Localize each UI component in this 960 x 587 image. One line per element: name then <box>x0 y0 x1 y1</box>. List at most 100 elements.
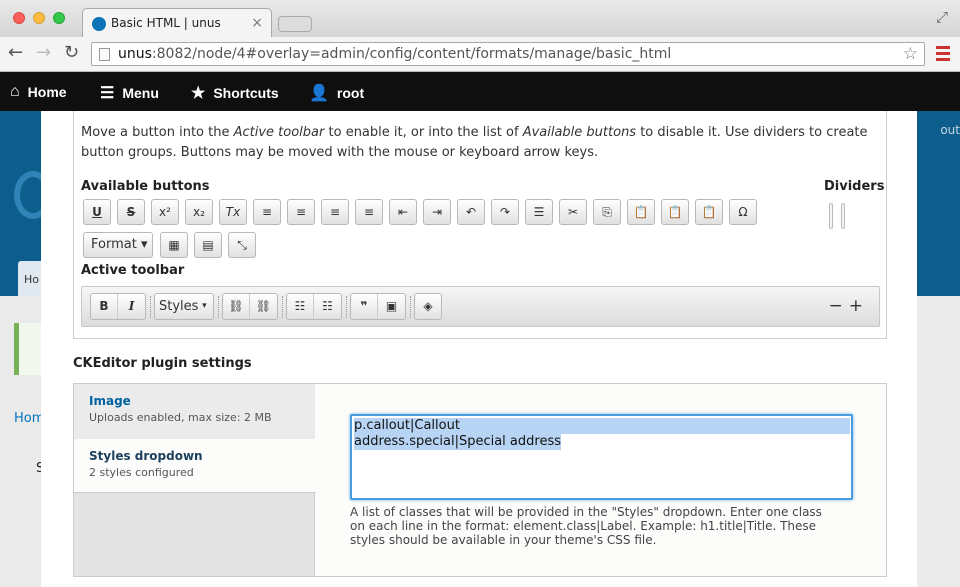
source-button[interactable]: ◈ <box>415 294 441 319</box>
justify-button[interactable]: ≡ <box>355 199 383 225</box>
toolbar-home[interactable]: ⌂ Home <box>10 83 67 101</box>
unlink-button[interactable]: ⛓ <box>250 294 277 319</box>
dividers-label: Dividers <box>824 179 885 194</box>
styles-line: address.special|Special address <box>354 434 561 450</box>
drupal-favicon-icon <box>92 17 106 31</box>
link-icon: ⛓ <box>228 299 244 313</box>
row-controls: −+ <box>829 296 870 316</box>
subscript-button[interactable]: x₂ <box>185 199 213 225</box>
reload-icon[interactable]: ↻ <box>64 43 79 63</box>
toolbar-menu-label: Menu <box>122 85 159 101</box>
browser-tab[interactable]: Basic HTML | unus × <box>82 8 272 38</box>
tab-styles-dropdown[interactable]: Styles dropdown 2 styles configured <box>74 439 316 493</box>
plugin-vertical-tabs: Image Uploads enabled, max size: 2 MB St… <box>73 383 887 577</box>
forward-arrow-icon[interactable]: → <box>36 43 51 63</box>
group-divider[interactable] <box>150 296 152 318</box>
address-bar[interactable]: unus:8082/node/4#overlay=admin/config/co… <box>91 42 925 66</box>
indent-icon: ⇥ <box>431 205 443 219</box>
paste-word-icon: 📋 <box>701 205 717 219</box>
italic-button[interactable]: I <box>118 294 145 319</box>
logout-fragment: out <box>940 123 960 137</box>
close-window-button[interactable] <box>13 12 25 24</box>
group-divider[interactable] <box>282 296 284 318</box>
subscript-icon: x₂ <box>193 205 205 219</box>
group-divider[interactable] <box>346 296 348 318</box>
bookmark-star-icon[interactable]: ☆ <box>903 44 918 64</box>
page-icon <box>99 48 110 61</box>
user-icon: 👤 <box>309 85 329 102</box>
table-icon: ▦ <box>168 238 180 252</box>
table-button[interactable]: ▦ <box>160 232 188 258</box>
url-path: :8082/node/4#overlay=admin/config/conten… <box>151 46 672 62</box>
button-group: ❞ ▣ <box>350 293 406 320</box>
group-divider[interactable] <box>218 296 220 318</box>
group-divider[interactable] <box>410 296 412 318</box>
toolbar-menu[interactable]: ☰ Menu <box>100 83 159 103</box>
align-left-icon: ≡ <box>261 205 273 219</box>
minimize-window-button[interactable] <box>33 12 45 24</box>
back-arrow-icon[interactable]: ← <box>8 43 23 63</box>
plugin-settings-title: CKEditor plugin settings <box>73 356 252 371</box>
toolbar-user[interactable]: 👤 root <box>309 83 364 103</box>
numbered-list-button[interactable]: ☷ <box>314 294 341 319</box>
home-icon: ⌂ <box>10 83 20 100</box>
link-button[interactable]: ⛓ <box>223 294 250 319</box>
redo-button[interactable]: ↷ <box>491 199 519 225</box>
toolbar-home-label: Home <box>27 84 67 100</box>
format-dropdown-button[interactable]: Format ▾ <box>83 232 153 258</box>
bulleted-list-button[interactable]: ☷ <box>287 294 314 319</box>
styles-textarea[interactable]: p.callout|Callout address.special|Specia… <box>350 414 853 500</box>
tab-image-summary: Uploads enabled, max size: 2 MB <box>89 411 272 424</box>
add-row-button[interactable]: + <box>849 296 869 316</box>
horizontal-rule-button[interactable]: ☰ <box>525 199 553 225</box>
bold-button[interactable]: B <box>91 294 118 319</box>
paste-text-icon: 📋 <box>667 205 683 219</box>
button-group: ⛓ ⛓ <box>222 293 278 320</box>
toolbar-shortcuts[interactable]: ★ Shortcuts <box>191 83 279 103</box>
special-character-button[interactable]: Ω <box>729 199 757 225</box>
styles-help-text: A list of classes that will be provided … <box>350 505 822 547</box>
blockquote-button[interactable]: ❞ <box>351 294 378 319</box>
cut-icon: ✂ <box>567 205 579 219</box>
justify-icon: ≡ <box>363 205 375 219</box>
copy-button[interactable]: ⎘ <box>593 199 621 225</box>
horizontal-rule-icon: ☰ <box>533 205 545 219</box>
cut-button[interactable]: ✂ <box>559 199 587 225</box>
underline-button[interactable]: U <box>83 199 111 225</box>
copy-icon: ⎘ <box>602 205 612 219</box>
fullscreen-icon[interactable]: ⤢ <box>936 8 948 26</box>
paste-button[interactable]: 📋 <box>627 199 655 225</box>
button-group: ☷ ☷ <box>286 293 342 320</box>
styles-dropdown-button[interactable]: Styles ▾ <box>154 293 214 320</box>
chrome-menu-icon[interactable] <box>936 46 950 61</box>
outdent-icon: ⇤ <box>397 205 409 219</box>
browser-tabbar: Basic HTML | unus × ⤢ <box>0 0 960 38</box>
remove-format-button[interactable]: Tx <box>219 199 247 225</box>
zoom-window-button[interactable] <box>53 12 65 24</box>
align-center-button[interactable]: ≡ <box>287 199 315 225</box>
maximize-button[interactable]: ⤡ <box>228 232 256 258</box>
outdent-button[interactable]: ⇤ <box>389 199 417 225</box>
tab-image[interactable]: Image Uploads enabled, max size: 2 MB <box>74 384 315 440</box>
unlink-icon: ⛓ <box>255 299 272 313</box>
divider-handle-icon[interactable] <box>829 203 849 229</box>
align-right-button[interactable]: ≡ <box>321 199 349 225</box>
media-button[interactable]: ▤ <box>194 232 222 258</box>
tab-close-icon[interactable]: × <box>251 15 263 31</box>
paste-word-button[interactable]: 📋 <box>695 199 723 225</box>
new-tab-button[interactable] <box>278 16 312 32</box>
undo-button[interactable]: ↶ <box>457 199 485 225</box>
tab-styles-title: Styles dropdown <box>89 449 203 463</box>
button-group: B I <box>90 293 146 320</box>
paste-icon: 📋 <box>633 205 649 219</box>
indent-button[interactable]: ⇥ <box>423 199 451 225</box>
bulleted-list-icon: ☷ <box>294 299 306 313</box>
remove-row-button[interactable]: − <box>829 296 849 316</box>
undo-icon: ↶ <box>465 205 477 219</box>
paste-text-button[interactable]: 📋 <box>661 199 689 225</box>
superscript-button[interactable]: x² <box>151 199 179 225</box>
source-icon: ◈ <box>423 299 433 313</box>
strikethrough-button[interactable]: S <box>117 199 145 225</box>
image-button[interactable]: ▣ <box>378 294 405 319</box>
align-left-button[interactable]: ≡ <box>253 199 281 225</box>
